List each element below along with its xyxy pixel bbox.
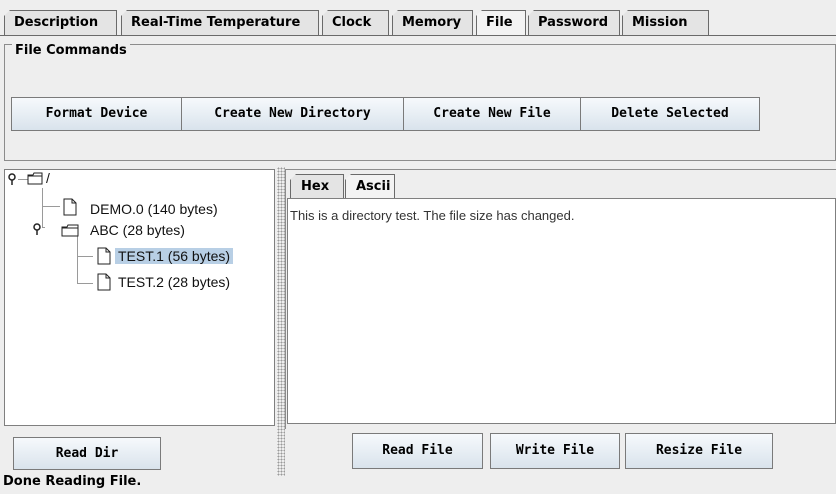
folder-icon <box>61 224 79 240</box>
format-device-button[interactable]: Format Device <box>11 97 182 131</box>
tree-root-label[interactable]: / <box>46 170 50 186</box>
tab-hex[interactable]: Hex <box>290 174 344 199</box>
write-file-button[interactable]: Write File <box>490 433 620 469</box>
tab-password[interactable]: Password <box>528 10 620 35</box>
tree-item-abc[interactable]: ABC (28 bytes) <box>90 222 185 238</box>
tab-real-time-temperature[interactable]: Real-Time Temperature <box>121 10 319 35</box>
tab-mission[interactable]: Mission <box>622 10 709 35</box>
tab-memory[interactable]: Memory <box>392 10 473 35</box>
file-icon <box>63 198 77 219</box>
abc-expand-handle-icon[interactable] <box>32 222 44 239</box>
tree-item-test-2[interactable]: TEST.2 (28 bytes) <box>118 274 230 290</box>
root-expand-handle-icon[interactable] <box>7 172 19 189</box>
file-icon <box>97 247 111 268</box>
file-content-area[interactable]: This is a directory test. The file size … <box>287 198 836 424</box>
main-tab-strip: Description Real-Time Temperature Clock … <box>0 0 836 38</box>
tab-ascii[interactable]: Ascii <box>345 174 395 199</box>
status-message: Done Reading File. <box>3 474 142 489</box>
directory-tree[interactable]: / DEMO.0 (140 bytes) ABC (28 bytes) TEST… <box>4 169 275 426</box>
tree-item-test-1[interactable]: TEST.1 (56 bytes) <box>115 248 234 264</box>
file-icon <box>97 273 111 294</box>
delete-selected-button[interactable]: Delete Selected <box>580 97 760 131</box>
resize-file-button[interactable]: Resize File <box>625 433 773 469</box>
tree-item-demo-0[interactable]: DEMO.0 (140 bytes) <box>90 201 218 217</box>
create-new-file-button[interactable]: Create New File <box>403 97 581 131</box>
tab-clock[interactable]: Clock <box>322 10 389 35</box>
read-file-button[interactable]: Read File <box>352 433 483 469</box>
tab-file[interactable]: File <box>476 10 526 35</box>
folder-icon <box>27 172 43 188</box>
create-new-directory-button[interactable]: Create New Directory <box>181 97 404 131</box>
read-dir-button[interactable]: Read Dir <box>13 437 161 470</box>
file-commands-title: File Commands <box>12 44 130 58</box>
split-pane-divider[interactable] <box>277 167 285 476</box>
tab-description[interactable]: Description <box>4 10 117 35</box>
tab-strip-divider <box>0 35 836 36</box>
